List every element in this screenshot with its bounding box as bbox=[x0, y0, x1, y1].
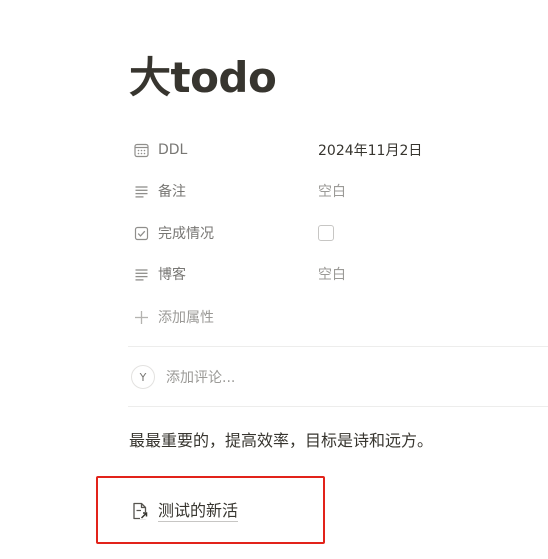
done-checkbox[interactable] bbox=[318, 225, 334, 241]
page-root: 大todo DDL 2024年11月2日 备注 空白 完成情况 博客 空白 添加… bbox=[0, 0, 548, 559]
property-value-ddl[interactable]: 2024年11月2日 bbox=[318, 140, 422, 160]
subpage-link-label: 测试的新活 bbox=[158, 500, 239, 522]
property-label: 备注 bbox=[158, 184, 186, 200]
property-name-note[interactable]: 备注 bbox=[128, 181, 318, 201]
divider bbox=[128, 406, 548, 407]
plus-icon bbox=[133, 309, 149, 325]
page-link-icon bbox=[130, 501, 150, 521]
property-row-note[interactable]: 备注 空白 bbox=[128, 174, 548, 208]
calendar-icon bbox=[133, 142, 149, 158]
page-title[interactable]: 大todo bbox=[129, 50, 277, 106]
property-name-blog[interactable]: 博客 bbox=[128, 264, 318, 284]
property-row-blog[interactable]: 博客 空白 bbox=[128, 257, 548, 291]
property-label: 完成情况 bbox=[158, 226, 214, 242]
add-property-label: 添加属性 bbox=[158, 310, 214, 326]
property-name-done[interactable]: 完成情况 bbox=[128, 223, 318, 243]
divider bbox=[128, 346, 548, 347]
property-label: 博客 bbox=[158, 267, 186, 283]
property-value-blog[interactable]: 空白 bbox=[318, 264, 346, 284]
property-row-ddl[interactable]: DDL 2024年11月2日 bbox=[128, 133, 548, 167]
text-lines-icon bbox=[133, 183, 149, 199]
avatar: Y bbox=[131, 365, 155, 389]
body-paragraph[interactable]: 最最重要的，提高效率，目标是诗和远方。 bbox=[129, 428, 433, 454]
comment-input[interactable]: Y 添加评论... bbox=[128, 360, 235, 394]
property-row-done[interactable]: 完成情况 bbox=[128, 216, 548, 250]
property-label: DDL bbox=[158, 142, 188, 158]
text-lines-icon bbox=[133, 266, 149, 282]
subpage-link[interactable]: 测试的新活 bbox=[130, 497, 239, 525]
property-value-note[interactable]: 空白 bbox=[318, 181, 346, 201]
checkbox-icon bbox=[133, 225, 149, 241]
add-property-button[interactable]: 添加属性 bbox=[128, 300, 214, 334]
property-name-ddl[interactable]: DDL bbox=[128, 142, 318, 158]
comment-placeholder: 添加评论... bbox=[166, 370, 236, 386]
